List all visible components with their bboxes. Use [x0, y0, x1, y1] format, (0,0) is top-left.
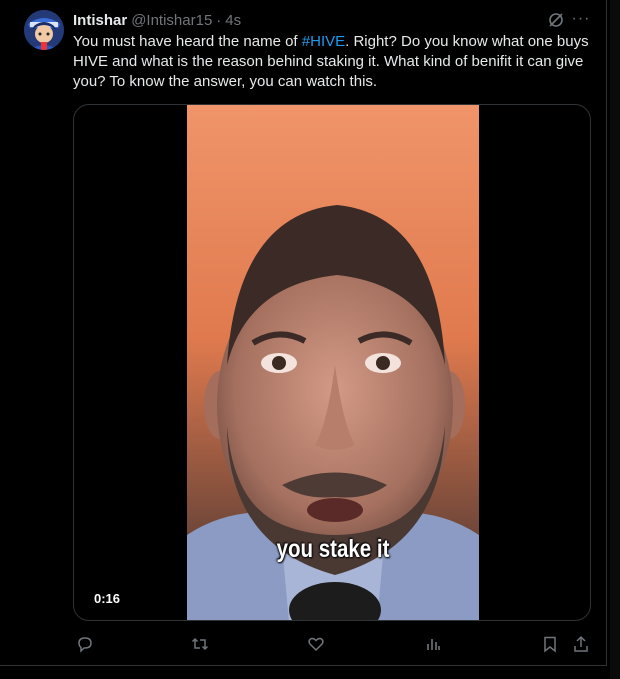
tweet[interactable]: Intishar @Intishar15 · 4s ··· You must h… [0, 0, 607, 666]
video-caption: you stake it [276, 535, 390, 563]
scrollbar[interactable] [610, 0, 620, 679]
tweet-text: You must have heard the name of #HIVE. R… [73, 32, 593, 92]
tweet-text-before: You must have heard the name of [73, 33, 302, 50]
action-bar [73, 632, 593, 656]
grok-icon[interactable] [547, 11, 565, 29]
like-icon[interactable] [304, 632, 328, 656]
timestamp[interactable]: 4s [225, 12, 241, 29]
video-player[interactable]: you stake it 0:16 [73, 104, 591, 621]
share-icon[interactable] [569, 632, 593, 656]
video-frame[interactable]: you stake it [187, 105, 479, 620]
hashtag-link[interactable]: #HIVE [302, 33, 345, 50]
bookmark-icon[interactable] [538, 632, 562, 656]
retweet-icon[interactable] [188, 632, 212, 656]
reply-icon[interactable] [73, 632, 97, 656]
author-handle[interactable]: @Intishar15 [131, 12, 212, 29]
more-icon[interactable]: ··· [570, 10, 592, 30]
avatar[interactable] [24, 10, 64, 50]
tweet-header: Intishar @Intishar15 · 4s [73, 10, 241, 30]
video-duration: 0:16 [86, 589, 129, 608]
views-icon[interactable] [421, 632, 445, 656]
author-name[interactable]: Intishar [73, 12, 127, 29]
separator: · [216, 11, 222, 29]
